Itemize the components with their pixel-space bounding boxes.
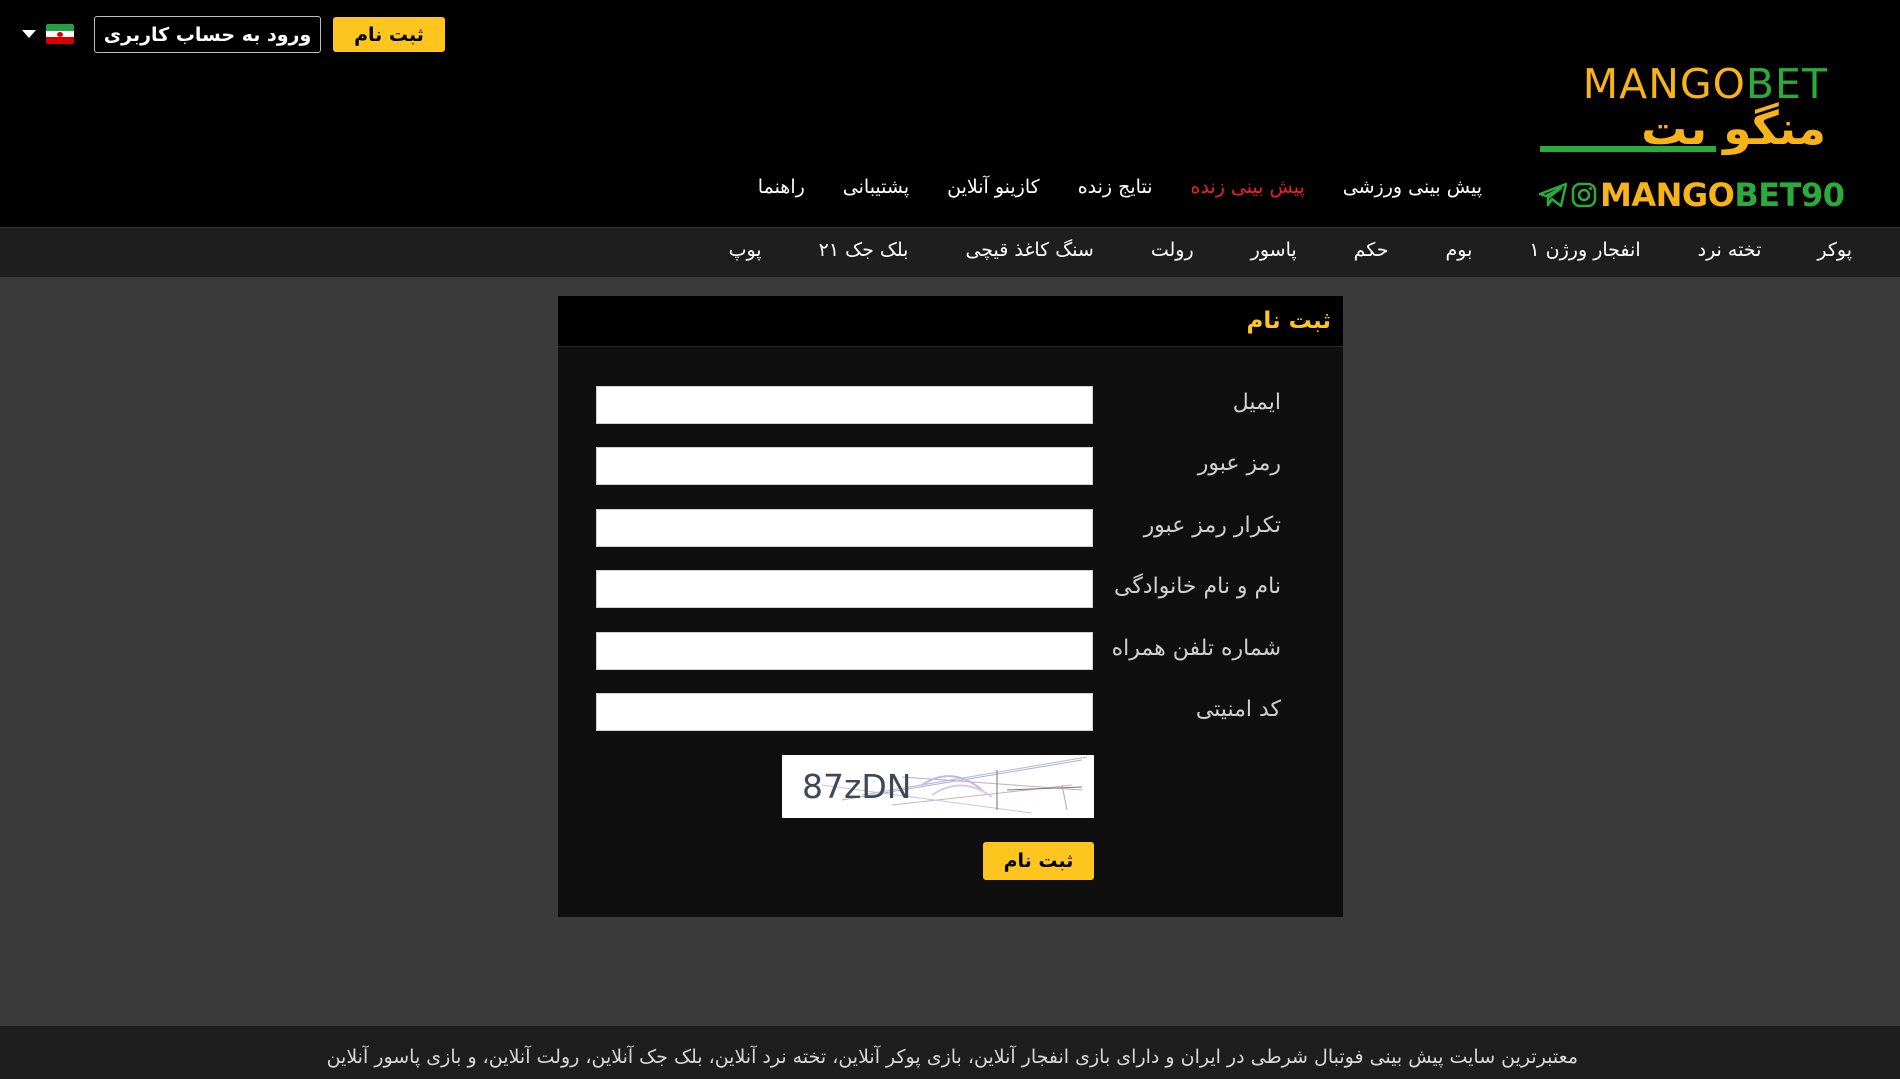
site-footer: معتبرترین سایت پیش بینی فوتبال شرطی در ا… [0,1026,1900,1079]
subnav-item-rock-paper-scissors[interactable]: سنگ کاغذ قیچی [965,239,1093,261]
site-logo[interactable]: MANGO BET منگو بت MANGOBET90 [1534,62,1845,214]
phone-field[interactable] [596,632,1093,670]
captcha-image: 87zDN [782,755,1094,818]
password-row: رمز عبور [558,447,1343,487]
language-selector[interactable] [22,24,74,44]
captcha-text: 87zDN [802,767,912,806]
logo-english: MANGO BET [1534,62,1834,106]
email-row: ایمیل [558,386,1343,426]
logo-underline [1540,146,1716,152]
email-label: ایمیل [1232,390,1281,415]
subnav-item-boom[interactable]: بوم [1446,239,1473,261]
subnav-item-pop[interactable]: پوپ [729,239,762,261]
logo-mango-text: MANGO [1582,60,1746,108]
nav-item-support[interactable]: پشتیبانی [843,176,909,198]
phone-label: شماره تلفن همراه [1111,636,1281,661]
subnav-item-crash[interactable]: انفجار ورژن ۱ [1529,239,1640,261]
confirm-password-field[interactable] [596,509,1093,547]
site-header: ورود به حساب کاربری ثبت نام MANGO BET منگ… [0,0,1900,227]
logo-handle-text: MANGOBET90 [1600,176,1845,214]
logo-social-handle: MANGOBET90 [1538,176,1845,214]
telegram-icon [1538,182,1568,208]
full-name-field[interactable] [596,570,1093,608]
main-nav: پیش بینی ورزشی پیش بینی زنده نتایج زنده … [758,176,1482,198]
footer-description: معتبرترین سایت پیش بینی فوتبال شرطی در ا… [326,1046,1578,1068]
logo-handle-mango: MANGO [1600,176,1735,214]
chevron-down-icon[interactable] [22,30,36,38]
games-subnav: پوکر تخته نرد انفجار ورژن ۱ بوم حکم پاسو… [0,227,1900,277]
games-subnav-list: پوکر تخته نرد انفجار ورژن ۱ بوم حکم پاسو… [729,239,1852,261]
subnav-item-backgammon[interactable]: تخته نرد [1698,239,1762,261]
security-code-field[interactable] [596,693,1093,731]
security-code-label: کد امنیتی [1195,697,1281,722]
phone-row: شماره تلفن همراه [558,632,1343,672]
password-label: رمز عبور [1197,451,1281,476]
submit-register-button[interactable]: ثبت نام [983,842,1094,880]
subnav-item-roulette[interactable]: رولت [1151,239,1194,261]
confirm-password-label: تکرار رمز عبور [1143,513,1281,538]
full-name-row: نام و نام خانوادگی [558,570,1343,610]
registration-panel-header: ثبت نام [558,296,1343,347]
password-field[interactable] [596,447,1093,485]
nav-item-online-casino[interactable]: کازینو آنلاین [947,176,1040,198]
subnav-item-poker[interactable]: پوکر [1817,239,1852,261]
security-code-row: کد امنیتی [558,693,1343,733]
iran-flag-icon[interactable] [46,24,74,44]
subnav-item-pasur[interactable]: پاسور [1251,239,1297,261]
nav-item-sports-betting[interactable]: پیش بینی ورزشی [1343,176,1482,198]
nav-item-live-results[interactable]: نتایج زنده [1078,176,1153,198]
nav-item-guide[interactable]: راهنما [758,176,805,198]
instagram-icon [1571,182,1597,208]
confirm-password-row: تکرار رمز عبور [558,509,1343,549]
email-field[interactable] [596,386,1093,424]
logo-handle-bet90: BET90 [1734,176,1845,214]
registration-panel: ثبت نام ایمیل رمز عبور تکرار رمز عبور نا… [558,296,1343,917]
subnav-item-hokm[interactable]: حکم [1354,239,1389,261]
login-button[interactable]: ورود به حساب کاربری [94,16,321,53]
logo-bet-text: BET [1745,60,1828,108]
registration-title: ثبت نام [1246,308,1331,334]
subnav-item-blackjack[interactable]: بلک جک ۲۱ [819,239,909,261]
nav-item-live-betting[interactable]: پیش بینی زنده [1190,176,1304,198]
register-button[interactable]: ثبت نام [333,17,445,52]
full-name-label: نام و نام خانوادگی [1113,574,1281,599]
